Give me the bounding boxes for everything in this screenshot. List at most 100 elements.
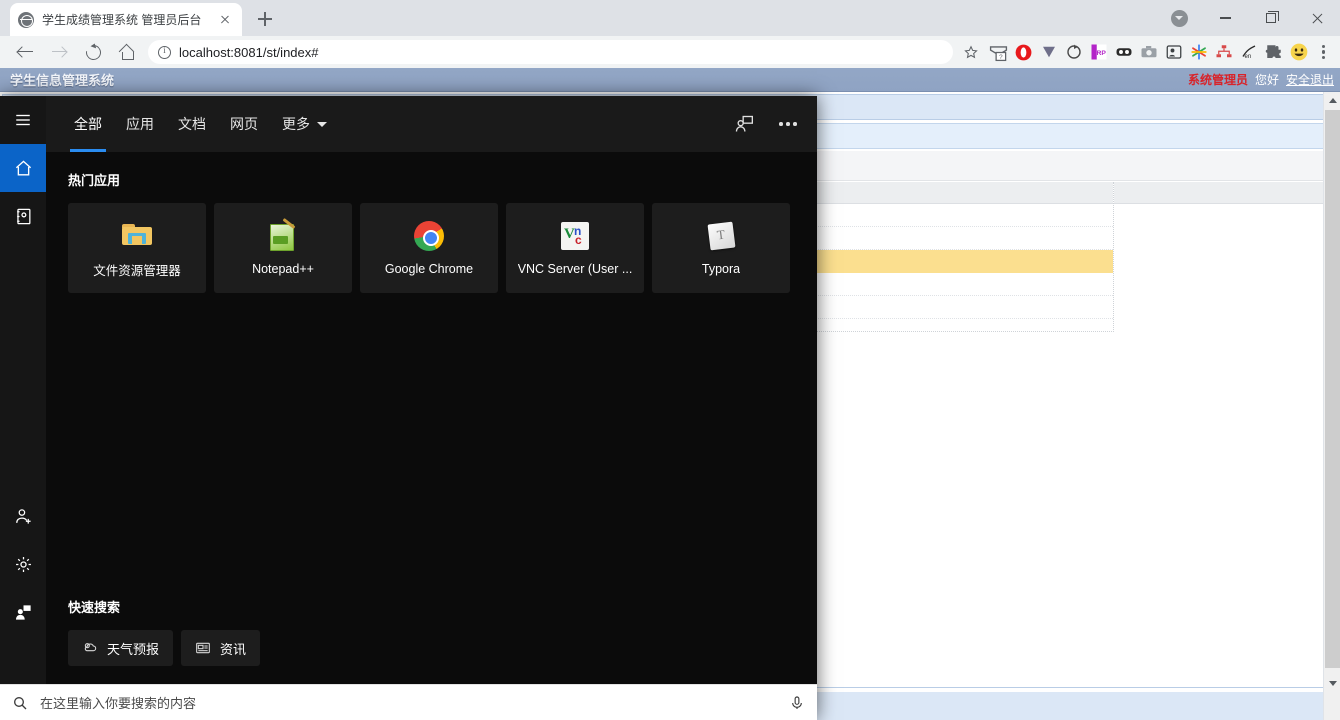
rail-item-account[interactable]: [0, 492, 46, 540]
gmail-icon[interactable]: ?: [986, 40, 1011, 65]
reload-button[interactable]: [78, 37, 108, 67]
browser-menu-button[interactable]: [1311, 40, 1336, 65]
rail-item-feedback[interactable]: [0, 588, 46, 636]
notebook-icon: [16, 208, 30, 224]
forward-button[interactable]: [44, 37, 74, 67]
back-button[interactable]: [10, 37, 40, 67]
feedback-person-icon: [15, 604, 31, 620]
weather-icon: [84, 643, 97, 652]
browser-tab-strip: 学生成绩管理系统 管理员后台: [0, 0, 1340, 36]
rail-spacer: [0, 240, 46, 492]
app-tile-label: Google Chrome: [384, 262, 474, 276]
table-header-row-right: [1114, 182, 1324, 204]
quick-chip-weather[interactable]: 天气预报: [68, 630, 174, 666]
home-icon: [120, 45, 135, 60]
search-input-bar[interactable]: 在这里输入你要搜索的内容: [0, 684, 817, 720]
reload-icon: [82, 41, 104, 63]
close-icon[interactable]: [216, 11, 234, 29]
top-apps-heading: 热门应用: [68, 173, 121, 188]
quick-chip-news[interactable]: 资讯: [181, 630, 261, 666]
tab-apps[interactable]: 应用: [114, 96, 166, 152]
browser-profile-caret-button[interactable]: [1156, 0, 1202, 36]
vnc-icon: Vnc: [559, 220, 591, 252]
browser-tab[interactable]: 学生成绩管理系统 管理员后台: [10, 3, 242, 36]
home-button[interactable]: [112, 37, 142, 67]
rail-item-library[interactable]: [0, 192, 46, 240]
chevron-down-icon: [317, 121, 327, 127]
rail-hamburger-button[interactable]: [0, 96, 46, 144]
minimize-button[interactable]: [1202, 0, 1248, 36]
feedback-button[interactable]: [727, 107, 761, 141]
tab-more[interactable]: 更多: [270, 96, 339, 152]
microphone-icon[interactable]: [789, 695, 805, 711]
search-input[interactable]: 在这里输入你要搜索的内容: [40, 693, 789, 712]
page-scrollbar[interactable]: [1323, 92, 1340, 720]
svg-text:RP: RP: [1096, 50, 1106, 57]
typora-icon: T: [705, 220, 737, 252]
app-tile-label: VNC Server (User ...: [517, 262, 633, 276]
quick-chip-label: 资讯: [220, 641, 247, 657]
top-apps-tiles: 文件资源管理器 Notepad++ Google Chrome Vnc VNC …: [68, 203, 795, 293]
scroll-up-button[interactable]: [1324, 92, 1340, 109]
info-icon[interactable]: [158, 45, 171, 59]
rail-item-home[interactable]: [0, 144, 46, 192]
camera-icon[interactable]: [1136, 40, 1161, 65]
notepadpp-icon: [267, 220, 299, 252]
maximize-button[interactable]: [1248, 0, 1294, 36]
gear-icon: [15, 556, 31, 572]
maximize-icon: [1266, 10, 1279, 23]
tab-label: 文档: [178, 116, 206, 132]
bookmark-star-button[interactable]: [961, 40, 986, 65]
tab-documents[interactable]: 文档: [166, 96, 218, 152]
dark-reader-icon[interactable]: [1111, 40, 1136, 65]
app-tile-google-chrome[interactable]: Google Chrome: [360, 203, 498, 293]
arrow-right-icon: [51, 45, 67, 60]
v-funnel-icon[interactable]: [1036, 40, 1061, 65]
more-options-button[interactable]: [771, 107, 805, 141]
rail-item-settings[interactable]: [0, 540, 46, 588]
quick-search-section: 快速搜索 天气预报 资讯: [68, 597, 788, 666]
data-grid-right: [1114, 182, 1324, 332]
app-tile-file-explorer[interactable]: 文件资源管理器: [68, 203, 206, 293]
flyout-actions: [727, 96, 805, 152]
opera-shield-icon[interactable]: [1011, 40, 1036, 65]
close-icon: [1311, 12, 1324, 25]
page-title: 学生信息管理系统: [10, 73, 115, 88]
tab-web[interactable]: 网页: [218, 96, 270, 152]
tab-all[interactable]: 全部: [62, 96, 114, 152]
quick-chip-label: 天气预报: [107, 641, 160, 657]
close-window-button[interactable]: [1294, 0, 1340, 36]
extension-icons: ? RP en: [986, 40, 1340, 65]
feedback-icon: [735, 115, 753, 132]
org-tree-icon[interactable]: [1211, 40, 1236, 65]
new-tab-button[interactable]: [252, 6, 278, 32]
browser-toolbar: localhost:8081/st/index# ?: [0, 36, 1340, 68]
translate-en-icon[interactable]: en: [1236, 40, 1261, 65]
arrow-left-icon: [17, 45, 33, 60]
svg-text:?: ?: [999, 53, 1003, 60]
app-tile-vnc-server[interactable]: Vnc VNC Server (User ...: [506, 203, 644, 293]
tab-label: 网页: [230, 116, 258, 132]
scrollbar-thumb[interactable]: [1325, 110, 1340, 668]
logout-link[interactable]: 安全退出: [1286, 71, 1334, 88]
puzzle-extension-icon[interactable]: [1261, 40, 1286, 65]
quick-search-heading: 快速搜索: [68, 600, 121, 615]
star-icon: [963, 45, 978, 59]
folder-icon: [121, 218, 153, 250]
app-tile-label: Notepad++: [252, 262, 314, 276]
app-tile-notepadpp[interactable]: Notepad++: [214, 203, 352, 293]
app-tile-typora[interactable]: T Typora: [652, 203, 790, 293]
tab-label: 应用: [126, 116, 154, 132]
refresh-sync-icon[interactable]: [1061, 40, 1086, 65]
asterisk-color-icon[interactable]: [1186, 40, 1211, 65]
profile-card-icon[interactable]: [1161, 40, 1186, 65]
tab-title: 学生成绩管理系统 管理员后台: [42, 13, 202, 27]
scroll-down-button[interactable]: [1324, 675, 1340, 692]
globe-icon: [18, 11, 34, 28]
axure-rp-icon[interactable]: RP: [1086, 40, 1111, 65]
emoji-avatar-icon[interactable]: [1286, 40, 1311, 65]
chevron-up-icon: [1328, 98, 1337, 103]
site-header: 学生信息管理系统 系统管理员 您好 安全退出: [0, 68, 1340, 92]
address-bar[interactable]: localhost:8081/st/index#: [148, 40, 953, 64]
chevron-down-icon: [1328, 681, 1337, 686]
